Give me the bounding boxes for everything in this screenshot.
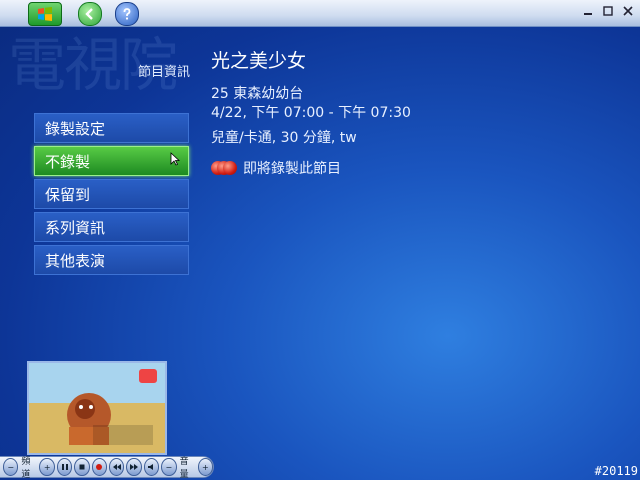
minimize-button[interactable] <box>580 3 596 19</box>
menu-item-record-settings[interactable]: 錄製設定 <box>34 113 189 143</box>
volume-label: 音量 <box>179 457 189 480</box>
close-icon <box>623 6 633 16</box>
mouse-cursor-icon <box>170 152 180 166</box>
stop-icon <box>79 464 85 470</box>
pause-button[interactable] <box>56 458 73 476</box>
minimize-icon <box>584 13 592 15</box>
options-menu: 錄製設定 不錄製 保留到 系列資訊 其他表演 <box>34 113 189 278</box>
channel-up-button[interactable]: + <box>39 458 55 476</box>
cartoon-preview-image <box>29 363 165 453</box>
stop-button[interactable] <box>74 458 90 476</box>
player-controls: − 頻道 + − 音量 + <box>0 456 214 480</box>
watermark-text: 電視院 <box>8 31 178 99</box>
record-icon <box>211 161 237 175</box>
close-button[interactable] <box>620 3 636 19</box>
maximize-icon <box>603 6 613 16</box>
pause-icon <box>61 464 68 470</box>
rewind-button[interactable] <box>109 458 125 476</box>
menu-item-other-showings[interactable]: 其他表演 <box>34 245 189 275</box>
volume-up-button[interactable]: + <box>197 458 214 476</box>
record-dot-icon <box>96 464 103 470</box>
channel-down-button[interactable]: − <box>3 458 19 476</box>
window-controls <box>580 3 636 19</box>
record-status-label: 即將錄製此節目 <box>243 161 341 177</box>
record-status: 即將錄製此節目 <box>211 158 341 178</box>
fast-forward-button[interactable] <box>126 458 142 476</box>
fast-forward-icon <box>130 464 139 470</box>
program-datetime: 4/22, 下午 07:00 - 下午 07:30 <box>211 105 411 121</box>
program-title: 光之美少女 <box>211 50 307 72</box>
menu-item-series-info[interactable]: 系列資訊 <box>34 212 189 242</box>
menu-item-keep-until[interactable]: 保留到 <box>34 179 189 209</box>
menu-item-do-not-record[interactable]: 不錄製 <box>34 146 189 176</box>
maximize-button[interactable] <box>600 3 616 19</box>
program-channel: 25 東森幼幼台 <box>211 86 304 102</box>
rewind-icon <box>112 464 121 470</box>
frame-counter: #20119 <box>594 464 638 478</box>
section-title: 節目資訊 <box>137 65 190 80</box>
program-genre: 兒童/卡通, 30 分鐘, tw <box>211 130 357 146</box>
record-button[interactable] <box>91 458 108 476</box>
volume-down-button[interactable]: − <box>161 458 177 476</box>
mute-button[interactable] <box>143 458 160 476</box>
speaker-icon <box>147 464 153 470</box>
live-tv-preview[interactable] <box>27 361 167 455</box>
channel-label: 頻道 <box>21 457 31 480</box>
